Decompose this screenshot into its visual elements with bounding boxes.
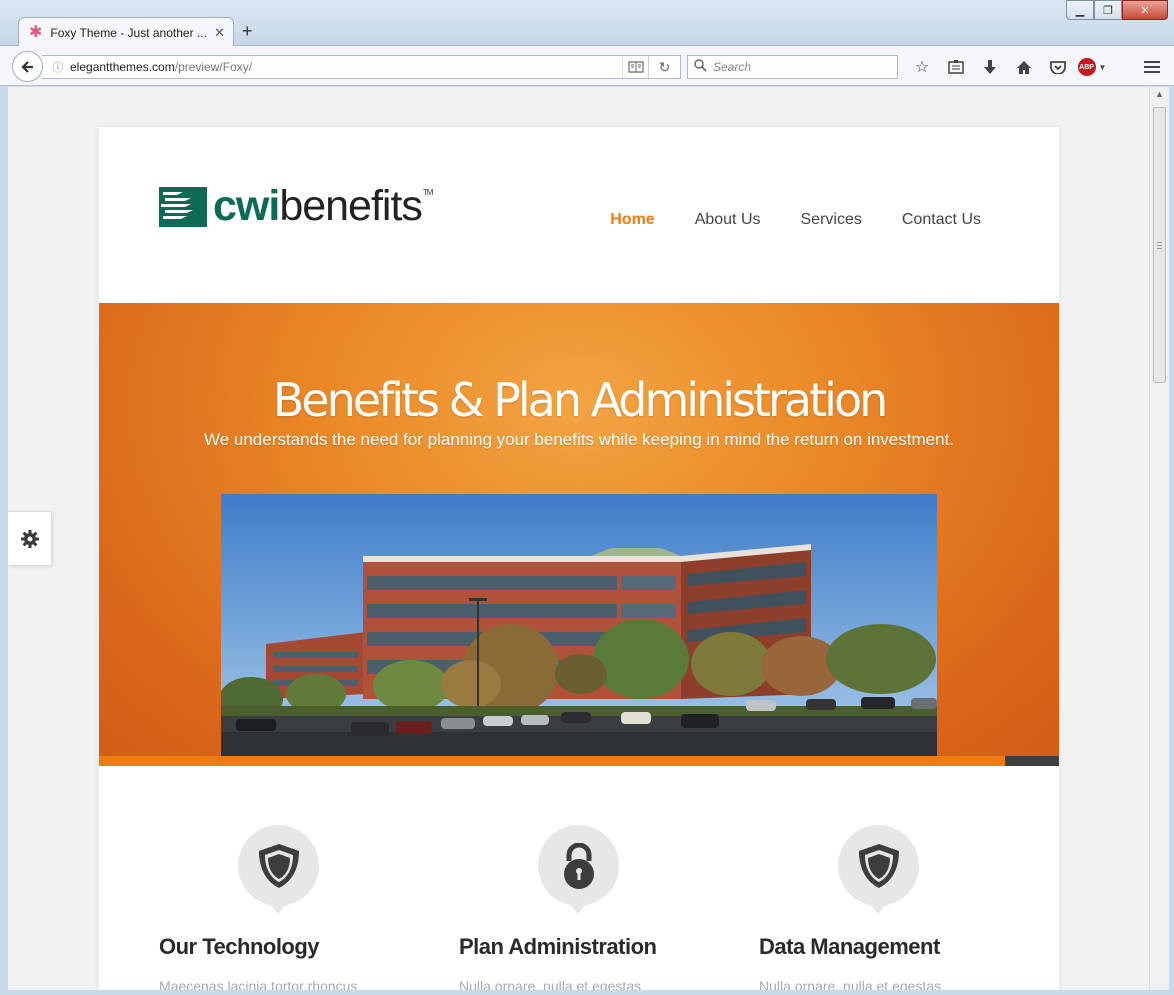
site-logo[interactable]: cwibenefitsTM [159, 182, 434, 230]
back-arrow-icon [20, 60, 33, 73]
hero-title: Benefits & Plan Administration [272, 373, 889, 427]
page-viewport: cwibenefitsTM Home About Us Services Con… [8, 87, 1149, 990]
feature-title: Our Technology [159, 934, 320, 959]
main-nav: Home About Us Services Contact Us [610, 211, 981, 229]
tab-favicon-icon: ✱ [29, 23, 43, 41]
maximize-button[interactable]: ❐ [1094, 0, 1122, 20]
window-controls: ▁ ❐ ✕ [1066, 0, 1168, 20]
feature-description: Nulla ornare, nulla et egestas [459, 978, 642, 990]
nav-about-us[interactable]: About Us [695, 211, 761, 229]
feature-icon-bubble [838, 825, 919, 914]
scrollbar-thumb[interactable] [1153, 107, 1166, 383]
nav-home[interactable]: Home [610, 211, 654, 229]
shield-icon [258, 843, 299, 888]
nav-contact-us[interactable]: Contact Us [902, 211, 981, 229]
feature-title: Data Management [759, 934, 940, 959]
bookmark-star-icon[interactable]: ☆ [905, 54, 939, 80]
browser-titlebar: ✱ Foxy Theme - Just another ... ✕ + ▁ ❐ … [0, 0, 1174, 47]
search-bar[interactable]: Search [687, 55, 898, 79]
download-icon[interactable] [973, 54, 1007, 80]
bookmarks-list-icon[interactable] [939, 54, 973, 80]
site-page: cwibenefitsTM Home About Us Services Con… [99, 127, 1059, 990]
minimize-button[interactable]: ▁ [1066, 0, 1094, 20]
url-text[interactable]: elegantthemes.com/preview/Foxy/ [70, 60, 622, 74]
feature-icon-bubble [538, 825, 619, 914]
info-icon[interactable]: ⓘ [46, 59, 70, 75]
back-button[interactable] [12, 51, 43, 82]
slider-progress-remaining[interactable] [1005, 756, 1059, 766]
adblock-dropdown-icon[interactable]: ▼ [1099, 63, 1107, 72]
window-frame-left [0, 87, 8, 990]
gear-icon [20, 529, 39, 548]
logo-mark-icon [159, 186, 207, 227]
tab-title: Foxy Theme - Just another ... [50, 25, 207, 40]
reader-view-icon[interactable] [622, 56, 648, 78]
home-icon[interactable] [1007, 54, 1041, 80]
settings-toggle-button[interactable] [8, 511, 52, 566]
close-window-button[interactable]: ✕ [1122, 0, 1168, 20]
pocket-icon[interactable] [1041, 54, 1075, 80]
feature-icon-bubble [238, 825, 319, 914]
new-tab-button[interactable]: + [242, 21, 253, 42]
hero-building-image [221, 494, 937, 756]
lock-icon [563, 842, 594, 889]
search-icon [694, 59, 707, 75]
window-frame-right [1169, 87, 1174, 995]
nav-services[interactable]: Services [801, 211, 862, 229]
adblock-plus-icon[interactable]: ABP ▼ [1075, 54, 1109, 80]
shield-icon [858, 843, 899, 888]
logo-text-cwi: cwi [213, 182, 280, 230]
reload-icon[interactable]: ↻ [648, 56, 680, 78]
feature-description: Maecenas lacinia tortor rhoncus [159, 978, 358, 990]
url-path: /preview/Foxy/ [174, 60, 253, 74]
slider-progress-bar[interactable] [99, 756, 1005, 766]
hero-subtitle: We understands the need for planning you… [203, 430, 955, 449]
logo-trademark: TM [422, 188, 434, 197]
browser-navbar: ⓘ elegantthemes.com/preview/Foxy/ ↻ Sear… [0, 46, 1174, 86]
url-bar[interactable]: ⓘ elegantthemes.com/preview/Foxy/ ↻ [42, 55, 681, 79]
feature-description: Nulla ornare, nulla et egestas [759, 978, 942, 990]
url-domain: elegantthemes.com [70, 60, 175, 74]
scroll-up-arrow-icon[interactable]: ▲ [1155, 89, 1164, 99]
window-frame-bottom [0, 990, 1174, 995]
toolbar-icons: ☆ ABP ▼ [905, 54, 1109, 80]
hamburger-menu-icon[interactable] [1140, 54, 1164, 80]
hero-slider: Benefits & Plan Administration We unders… [99, 303, 1059, 766]
search-placeholder: Search [713, 60, 752, 74]
browser-tab[interactable]: ✱ Foxy Theme - Just another ... ✕ [18, 17, 234, 47]
tab-close-icon[interactable]: ✕ [214, 25, 225, 41]
feature-title: Plan Administration [459, 934, 657, 959]
page-scrollbar[interactable]: ▲ [1149, 87, 1169, 990]
logo-text-benefits: benefits [279, 182, 423, 230]
logo-wordmark: cwibenefitsTM [213, 182, 434, 230]
